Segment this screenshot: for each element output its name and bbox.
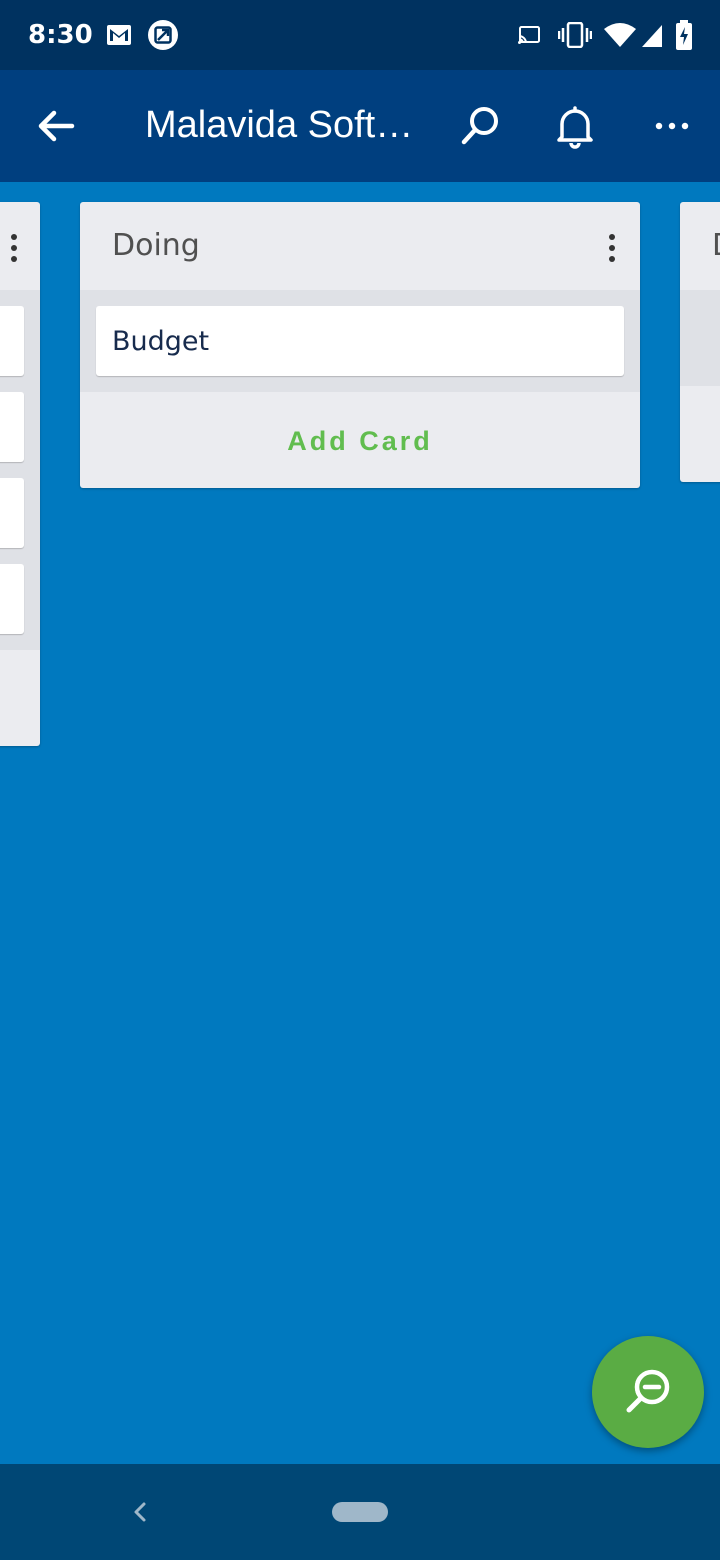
back-button[interactable] <box>28 100 84 152</box>
search-icon <box>461 107 498 145</box>
screen: 8:30 Malavida Soft… Doing Budget Add Car… <box>0 0 720 1560</box>
more-options-button[interactable] <box>646 100 698 152</box>
card[interactable] <box>0 478 24 548</box>
gallery-notification-icon <box>147 19 179 56</box>
list-header: Doing <box>80 202 640 290</box>
list-doing: Doing Budget Add Card <box>80 202 640 488</box>
add-card-button[interactable]: Add Card <box>80 426 640 457</box>
card[interactable] <box>0 392 24 462</box>
battery-charging-icon <box>675 20 693 55</box>
cast-icon <box>518 26 540 49</box>
arrow-back-icon <box>38 110 75 142</box>
list-cards-area <box>680 290 720 386</box>
list-menu-icon[interactable] <box>600 232 624 264</box>
wifi-icon <box>603 22 637 53</box>
list-cards-area <box>0 290 40 650</box>
app-bar: Malavida Soft… <box>0 70 720 182</box>
list-title: D <box>712 228 720 263</box>
status-time: 8:30 <box>28 20 93 50</box>
list-partial-left <box>0 202 40 746</box>
gmail-icon <box>106 24 132 51</box>
more-options-icon <box>655 122 689 130</box>
status-bar: 8:30 <box>0 0 720 70</box>
notifications-bell-icon <box>557 106 593 149</box>
vibrate-icon <box>557 21 593 53</box>
card-budget[interactable]: Budget <box>96 306 624 376</box>
notifications-button[interactable] <box>549 100 601 152</box>
zoom-out-icon <box>626 1369 670 1413</box>
list-cards-area: Budget <box>80 290 640 392</box>
card-title: Budget <box>112 326 210 357</box>
nav-home-pill[interactable] <box>332 1502 388 1522</box>
list-header <box>0 202 40 290</box>
card[interactable] <box>0 306 24 376</box>
signal-icon <box>641 24 663 53</box>
list-menu-icon[interactable] <box>2 232 26 264</box>
board-title: Malavida Soft… <box>145 104 414 146</box>
list-header: D <box>680 202 720 290</box>
nav-back-icon[interactable] <box>126 1494 154 1530</box>
list-partial-right: D <box>680 202 720 482</box>
card[interactable] <box>0 564 24 634</box>
search-button[interactable] <box>454 100 506 152</box>
zoom-out-button[interactable] <box>592 1336 704 1448</box>
list-title: Doing <box>112 228 200 263</box>
